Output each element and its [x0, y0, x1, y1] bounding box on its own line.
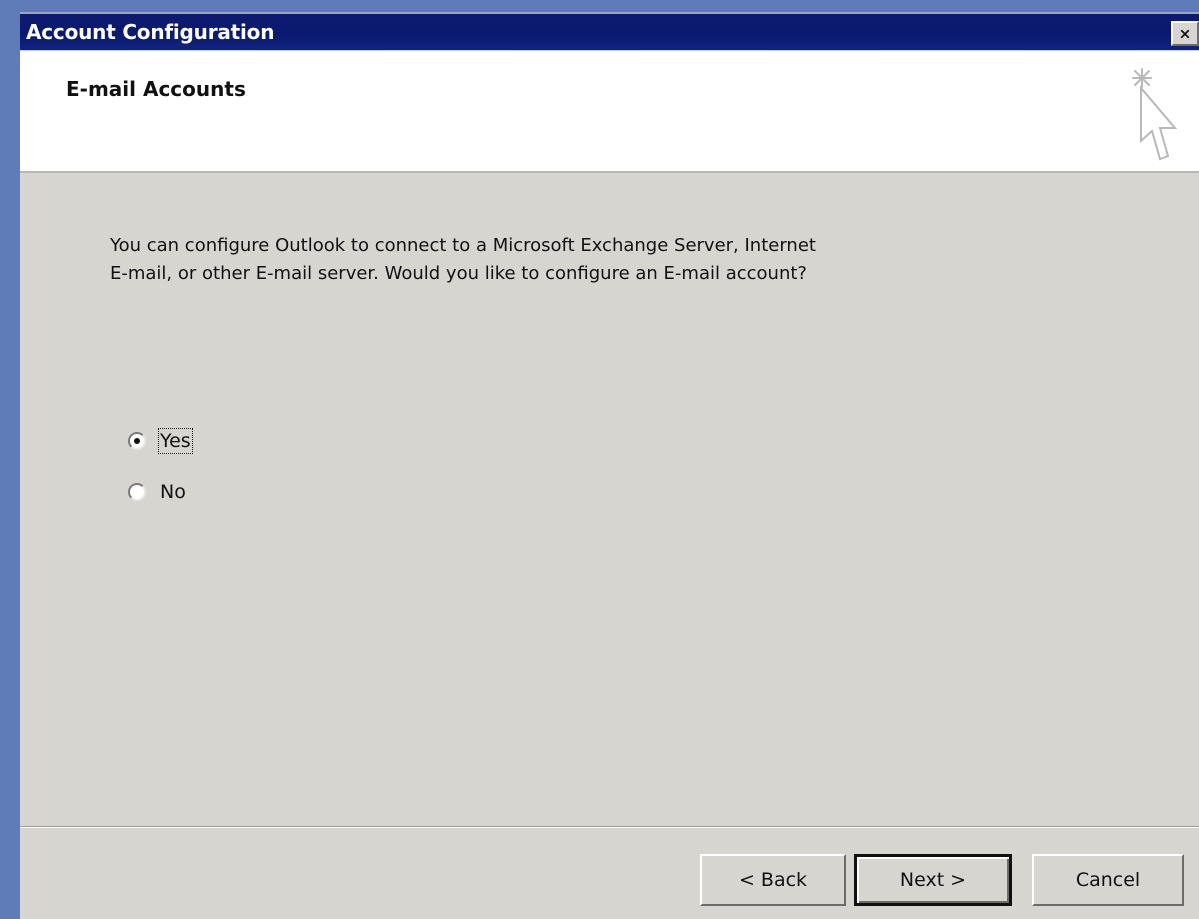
page-title: E-mail Accounts	[66, 77, 246, 101]
window-title: Account Configuration	[26, 20, 275, 44]
no-radio-button[interactable]	[128, 483, 146, 501]
window-titlebar[interactable]: Account Configuration	[20, 14, 1199, 51]
yes-radio-option[interactable]: Yes	[128, 425, 193, 457]
close-button[interactable]	[1171, 21, 1199, 46]
back-button[interactable]: < Back	[700, 854, 846, 906]
yes-radio-label[interactable]: Yes	[158, 428, 193, 454]
configuration-question: You can configure Outlook to connect to …	[110, 235, 816, 284]
no-radio-label[interactable]: No	[160, 481, 186, 503]
cancel-button[interactable]: Cancel	[1032, 854, 1184, 906]
next-button[interactable]: Next >	[854, 854, 1012, 906]
yes-radio-button[interactable]	[128, 432, 146, 450]
close-icon	[1180, 29, 1190, 38]
radio-selected-dot	[134, 438, 140, 444]
account-configuration-window: Account Configuration E-mail Accounts Yo…	[20, 12, 1199, 919]
no-radio-option[interactable]: No	[128, 476, 186, 508]
wizard-header: E-mail Accounts	[20, 51, 1199, 173]
footer-separator	[20, 826, 1199, 828]
wizard-cursor-icon	[1132, 68, 1178, 161]
